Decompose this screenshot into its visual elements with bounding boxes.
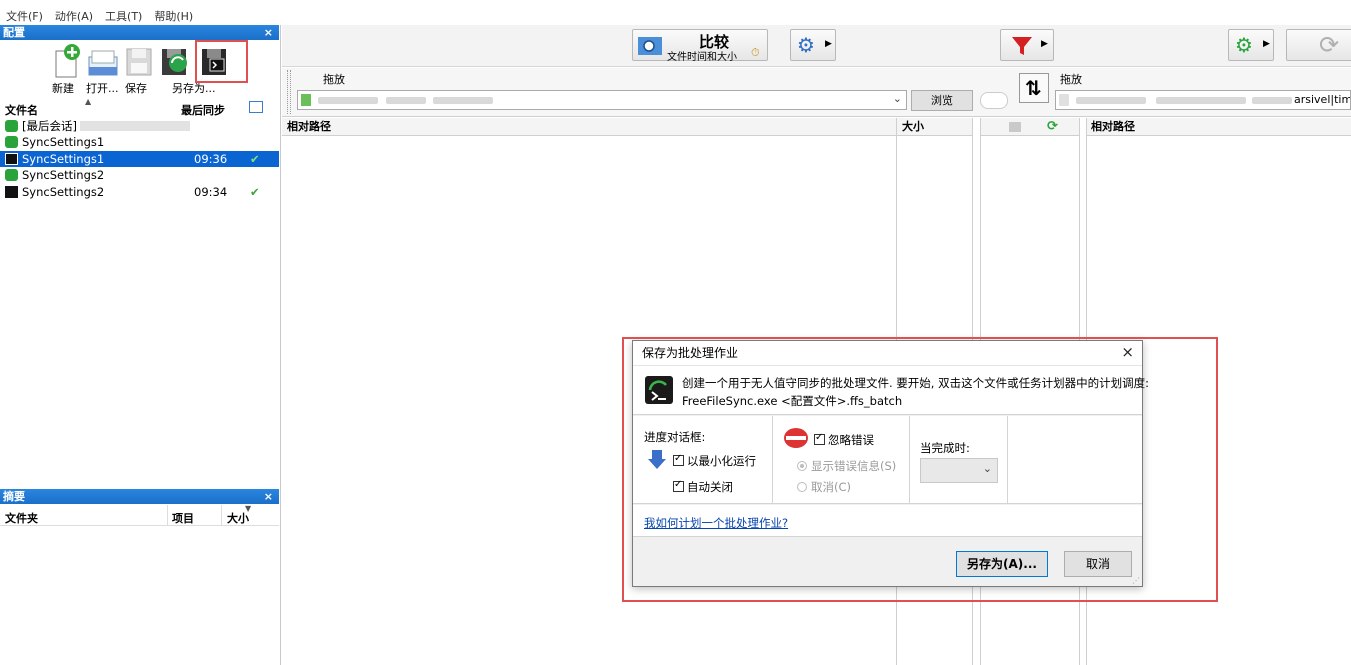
summary-panel-close[interactable]: × (264, 489, 273, 504)
left-grid-header: 相对路径 大小 (282, 118, 972, 136)
left-drop-label: 拖放 (323, 73, 345, 86)
redacted-area (80, 121, 190, 131)
col-items[interactable]: 项目 (172, 510, 194, 526)
save-disk-icon (126, 48, 152, 76)
drag-grip (287, 70, 291, 114)
sort-down-icon: ▼ (245, 504, 252, 513)
compare-settings-button[interactable]: ⚙ ▶ (790, 29, 836, 61)
redacted-path (1156, 97, 1246, 104)
menubar: 文件(F) 动作(A) 工具(T) 帮助(H) (0, 7, 1351, 25)
divider (221, 505, 222, 525)
sync-action-icon[interactable]: ⟳ (1047, 118, 1058, 136)
right-rel-path-header[interactable]: 相对路径 (1091, 118, 1135, 136)
config-row[interactable]: SyncSettings2 (0, 167, 279, 183)
divider (0, 525, 279, 526)
folder-bar: 拖放 ⌄ 浏览 ⇅ 拖放 arsivel|time (282, 68, 1351, 117)
cloud-icon[interactable] (980, 92, 1008, 109)
list-view-icon[interactable] (249, 101, 263, 113)
left-folder-input[interactable]: ⌄ (297, 90, 907, 110)
menu-action[interactable]: 动作(A) (55, 8, 93, 24)
config-row[interactable]: SyncSettings2 09:34 ✔ (0, 184, 279, 200)
middle-grid-header: ⟳ (981, 118, 1079, 136)
save-as-sync-icon (162, 49, 187, 75)
config-row[interactable]: [最后会话] (0, 118, 279, 134)
gear-icon: ⚙ (797, 33, 815, 57)
open-folder-icon (88, 50, 118, 76)
batch-icon (5, 186, 18, 198)
redacted-path (386, 97, 426, 104)
save-as-config-button[interactable] (158, 43, 192, 79)
save-label: 保存 (125, 82, 147, 95)
right-grid-header: 相对路径 (1086, 118, 1351, 136)
top-toolbar: 比较 文件时间和大小 ⏱ ⚙ ▶ ▶ ⚙ ▶ ⟳ (282, 25, 1351, 67)
highlight-box (195, 40, 248, 83)
category-icon[interactable] (1009, 122, 1021, 132)
folder-icon (1059, 94, 1069, 106)
open-label: 打开... (86, 82, 119, 95)
menu-help[interactable]: 帮助(H) (154, 8, 193, 24)
redacted-path (1252, 97, 1292, 104)
redacted-path (1076, 97, 1146, 104)
left-size-header[interactable]: 大小 (902, 118, 924, 136)
browse-button[interactable]: 浏览 (911, 90, 973, 111)
right-folder-input[interactable]: arsivel|time (1055, 90, 1351, 110)
folder-green-icon (301, 94, 311, 106)
compare-magnifier-icon (638, 37, 662, 55)
batch-icon (5, 153, 18, 165)
swap-arrows-icon: ⇅ (1025, 76, 1042, 100)
left-rel-path-header[interactable]: 相对路径 (287, 118, 331, 136)
sync-icon (5, 120, 18, 132)
dropdown-arrow-icon: ▶ (1263, 39, 1270, 49)
gear-icon: ⚙ (1235, 33, 1253, 57)
config-panel-close[interactable]: × (264, 25, 273, 40)
chevron-down-icon[interactable]: ⌄ (893, 92, 902, 105)
check-icon: ✔ (250, 152, 260, 166)
summary-panel-title: 摘要 × (0, 489, 279, 504)
swap-sides-button[interactable]: ⇅ (1019, 73, 1049, 103)
col-filename[interactable]: 文件名 (5, 102, 38, 118)
check-icon: ✔ (250, 185, 260, 199)
new-file-icon (55, 44, 80, 78)
menu-file[interactable]: 文件(F) (6, 8, 43, 24)
sync-icon (5, 169, 18, 181)
config-panel-title: 配置 × (0, 25, 279, 40)
menu-tools[interactable]: 工具(T) (105, 8, 142, 24)
col-last-sync[interactable]: 最后同步 (181, 102, 225, 118)
compare-button[interactable]: 比较 文件时间和大小 ⏱ (632, 29, 768, 63)
config-row-selected[interactable]: SyncSettings1 09:36 ✔ (0, 151, 279, 167)
sync-icon (5, 136, 18, 148)
sync-settings-button[interactable]: ⚙ ▶ (1228, 29, 1274, 61)
sync-arrows-icon: ⟳ (1319, 31, 1340, 59)
highlight-box (622, 337, 1218, 602)
config-row[interactable]: SyncSettings1 (0, 134, 279, 150)
filter-button[interactable]: ▶ (1000, 29, 1054, 61)
save-config-button[interactable] (122, 43, 156, 79)
divider (167, 505, 168, 525)
redacted-path (433, 97, 493, 104)
redacted-path (318, 97, 378, 104)
sync-button[interactable]: ⟳ (1286, 29, 1351, 61)
dropdown-arrow-icon: ▶ (1041, 39, 1048, 49)
dropdown-arrow-icon: ▶ (825, 39, 832, 49)
right-drop-label: 拖放 (1060, 73, 1082, 86)
filter-funnel-icon (1012, 37, 1032, 55)
col-folder[interactable]: 文件夹 (5, 510, 38, 526)
open-config-button[interactable] (86, 43, 120, 79)
left-panel: 配置 × 新建 打开... 保存 另存为... 文件名 ▲ 最后同步 [最后会话… (0, 25, 281, 665)
new-label: 新建 (52, 82, 74, 95)
sort-up-icon: ▲ (85, 97, 92, 106)
new-config-button[interactable] (50, 43, 84, 79)
clock-icon: ⏱ (751, 46, 760, 59)
